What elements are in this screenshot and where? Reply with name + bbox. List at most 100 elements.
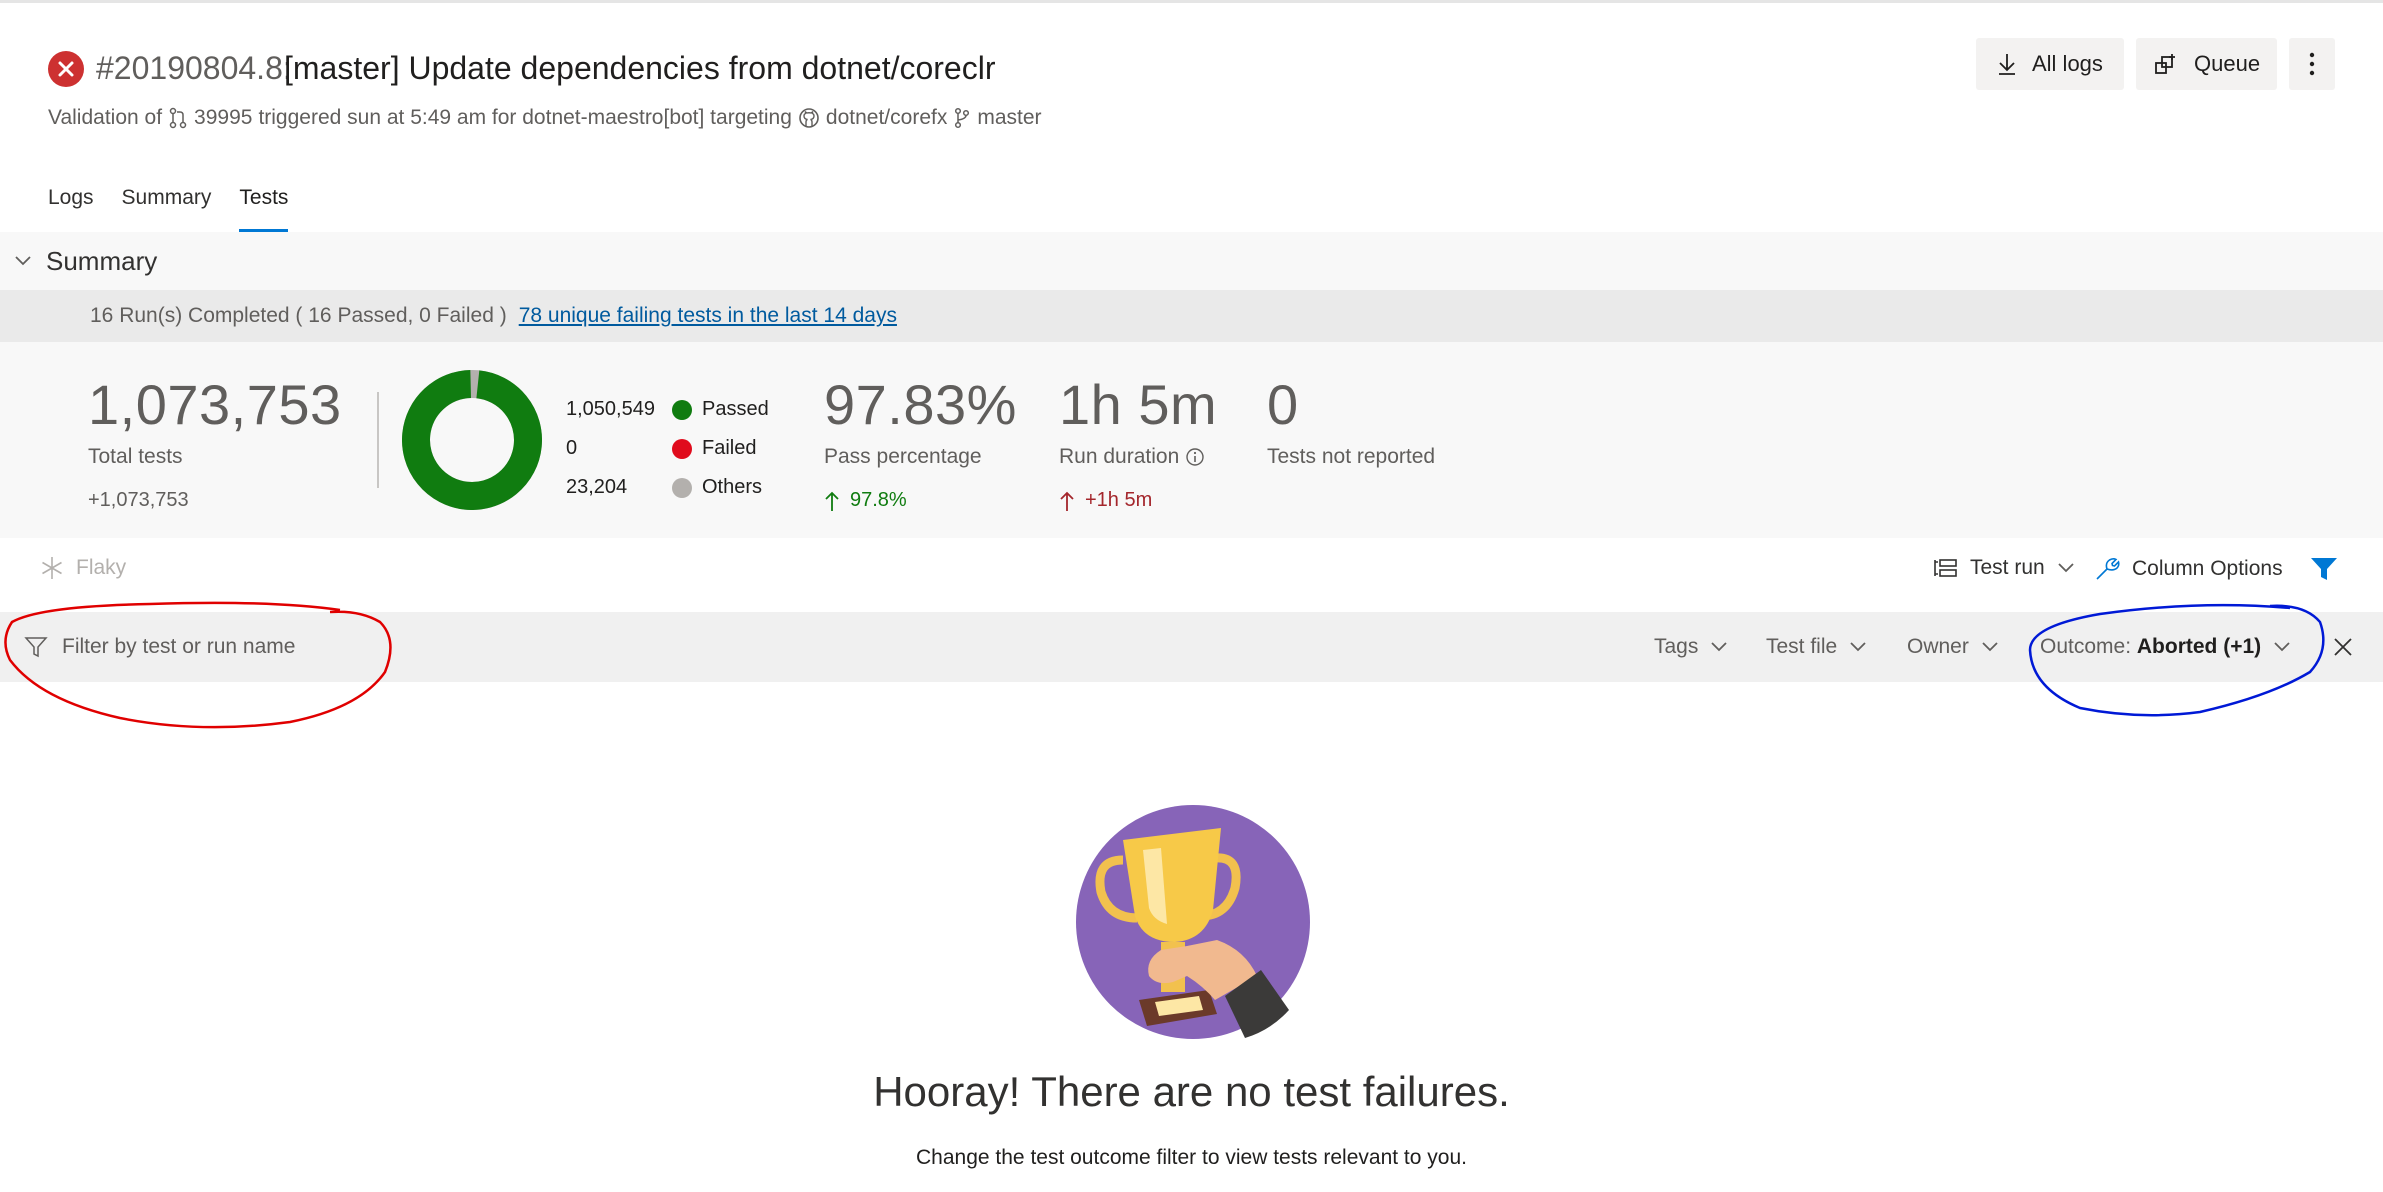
chevron-down-icon xyxy=(2058,563,2074,573)
tags-filter-dropdown[interactable]: Tags xyxy=(1654,612,1728,682)
passed-label: Passed xyxy=(702,398,769,420)
all-logs-button[interactable]: All logs xyxy=(1976,38,2124,90)
queue-label: Queue xyxy=(2194,51,2261,76)
failing-tests-link[interactable]: 78 unique failing tests in the last 14 d… xyxy=(519,304,897,328)
empty-state-hint: Change the test outcome filter to view t… xyxy=(916,1146,1467,1169)
queue-icon xyxy=(2155,54,2175,74)
branch-name[interactable]: master xyxy=(977,106,1041,130)
pass-percentage-delta-text: 97.8% xyxy=(850,489,907,511)
others-count: 23,204 xyxy=(566,476,628,498)
failed-count: 0 xyxy=(566,437,578,459)
outcome-donut-chart xyxy=(402,370,542,510)
filter-bar: Filter by test or run name Tags Test fil… xyxy=(0,612,2383,682)
flaky-label: Flaky xyxy=(76,556,127,579)
all-logs-label: All logs xyxy=(2032,51,2103,76)
passed-count: 1,050,549 xyxy=(566,398,655,420)
chevron-down-icon xyxy=(15,256,31,266)
pull-request-icon xyxy=(169,107,187,129)
stats-divider xyxy=(377,392,379,488)
name-filter-input[interactable]: Filter by test or run name xyxy=(24,612,295,682)
summary-toggle[interactable]: Summary xyxy=(0,232,2383,290)
run-duration-delta-text: +1h 5m xyxy=(1085,489,1153,511)
chevron-down-icon xyxy=(2274,642,2290,652)
column-options-button[interactable]: Column Options xyxy=(2094,556,2283,582)
name-filter-placeholder: Filter by test or run name xyxy=(62,635,296,658)
empty-state-title: Hooray! There are no test failures. xyxy=(873,1068,1510,1115)
flaky-button[interactable]: Flaky xyxy=(40,556,126,580)
run-duration-value: 1h 5m xyxy=(1059,373,1218,436)
legend-failed: 0 Failed xyxy=(566,429,786,468)
runs-completed-text: 16 Run(s) Completed ( 16 Passed, 0 Faile… xyxy=(90,304,507,327)
chevron-down-icon xyxy=(1711,642,1727,652)
build-title: [master] Update dependencies from dotnet… xyxy=(284,50,996,86)
clear-filters-button[interactable] xyxy=(2332,612,2354,682)
filter-icon xyxy=(2311,558,2337,580)
legend-others: 23,204 Others xyxy=(566,468,786,507)
total-tests-delta: +1,073,753 xyxy=(88,489,189,511)
pass-percentage-value: 97.83% xyxy=(824,373,1017,436)
others-label: Others xyxy=(702,476,763,498)
outcome-filter-label: Outcome: Aborted (+1) xyxy=(2040,635,2261,659)
outcome-label: Outcome: xyxy=(2040,635,2132,658)
pr-number[interactable]: 39995 xyxy=(194,106,252,130)
arrow-up-icon xyxy=(1060,491,1074,511)
build-header: #20190804.8: [master] Update dependencie… xyxy=(0,0,2383,170)
tab-bar: Logs Summary Tests xyxy=(48,180,316,232)
filter-outline-icon xyxy=(24,637,48,658)
pass-percentage-delta: 97.8% xyxy=(824,489,1017,512)
not-reported-value: 0 xyxy=(1267,373,1299,436)
chevron-down-icon xyxy=(1850,642,1866,652)
test-run-groupby-dropdown[interactable]: Test run xyxy=(1932,556,2075,580)
arrow-up-icon xyxy=(825,491,839,511)
pass-percentage-stat: 97.83% Pass percentage 97.8% xyxy=(824,372,1017,512)
repo-link[interactable]: dotnet/corefx xyxy=(826,106,947,130)
column-options-label: Column Options xyxy=(2132,557,2283,580)
outcome-filter-dropdown[interactable]: Outcome: Aborted (+1) xyxy=(2040,612,2291,682)
queue-button[interactable]: Queue xyxy=(2136,38,2277,90)
results-toolbar: Flaky Test run Column Options xyxy=(0,548,2383,594)
tags-filter-label: Tags xyxy=(1654,635,1699,658)
pass-percentage-label: Pass percentage xyxy=(824,445,982,468)
run-duration-delta: +1h 5m xyxy=(1059,489,1217,512)
others-dot-icon xyxy=(672,477,692,498)
runs-summary-bar: 16 Run(s) Completed ( 16 Passed, 0 Faile… xyxy=(0,290,2383,342)
snowflake-icon xyxy=(42,557,62,579)
filter-toggle-button[interactable] xyxy=(2310,556,2338,582)
failed-status-icon xyxy=(48,51,84,87)
owner-filter-dropdown[interactable]: Owner xyxy=(1907,612,1999,682)
failed-label: Failed xyxy=(702,437,757,459)
failed-dot-icon xyxy=(672,438,692,459)
owner-filter-label: Owner xyxy=(1907,635,1969,658)
run-duration-label: Run duration xyxy=(1059,445,1180,468)
run-duration-stat: 1h 5m Run duration +1h 5m xyxy=(1059,372,1217,512)
build-subtitle: Validation of 39995 triggered sun at 5:4… xyxy=(48,106,1042,130)
tab-logs[interactable]: Logs xyxy=(48,180,94,232)
wrench-icon xyxy=(2096,558,2120,580)
total-tests-value: 1,073,753 xyxy=(88,373,342,436)
test-file-filter-dropdown[interactable]: Test file xyxy=(1766,612,1867,682)
build-number: #20190804.8: xyxy=(96,50,292,86)
total-tests-label: Total tests xyxy=(88,445,183,468)
close-icon xyxy=(2334,638,2352,656)
test-file-filter-label: Test file xyxy=(1766,635,1838,658)
group-list-icon xyxy=(1934,559,1957,577)
subtitle-prefix: Validation of xyxy=(48,106,163,129)
chevron-down-icon xyxy=(1982,642,1998,652)
legend-passed: 1,050,549 Passed xyxy=(566,390,786,429)
passed-dot-icon xyxy=(672,399,692,420)
tab-summary[interactable]: Summary xyxy=(122,180,212,232)
more-vertical-icon xyxy=(2309,52,2315,76)
subtitle-trigger: triggered sun at 5:49 am for dotnet-maes… xyxy=(258,106,792,129)
branch-icon xyxy=(955,107,970,129)
more-actions-button[interactable] xyxy=(2289,38,2335,90)
not-reported-label: Tests not reported xyxy=(1267,445,1436,468)
test-run-label: Test run xyxy=(1970,556,2045,579)
download-icon xyxy=(1999,54,2015,75)
github-icon xyxy=(799,108,819,128)
outcome-legend: 1,050,549 Passed 0 Failed 23,204 Others xyxy=(566,390,786,507)
summary-heading: Summary xyxy=(46,245,158,276)
total-tests-stat: 1,073,753 Total tests +1,073,753 xyxy=(88,372,342,512)
info-icon[interactable] xyxy=(1185,447,1205,467)
trophy-illustration xyxy=(1076,805,1310,1039)
tab-tests[interactable]: Tests xyxy=(239,180,289,232)
